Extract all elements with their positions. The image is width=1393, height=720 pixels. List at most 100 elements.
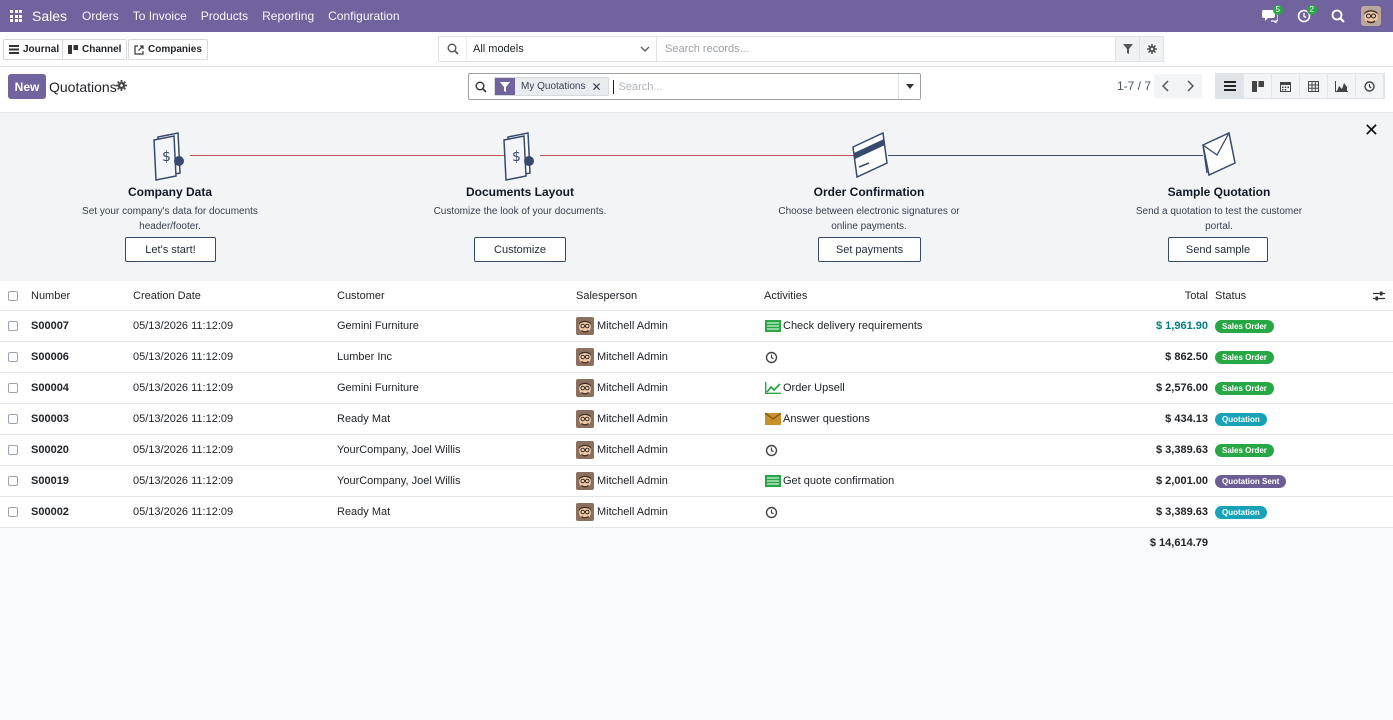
row-checkbox[interactable]: [8, 342, 18, 372]
salesperson[interactable]: Mitchell Admin: [576, 404, 668, 434]
onboarding-step-order-confirmation: Order Confirmation Choose between electr…: [739, 131, 999, 234]
customer-name: Gemini Furniture: [337, 382, 419, 394]
customer-name: Gemini Furniture: [337, 320, 419, 332]
activity[interactable]: Get quote confirmation: [765, 466, 894, 496]
menu-configuration[interactable]: Configuration: [321, 9, 406, 23]
clock-icon[interactable]: [765, 506, 778, 519]
gear-icon[interactable]: [116, 80, 127, 91]
order-total: $ 3,389.63: [1156, 444, 1208, 456]
salesperson[interactable]: Mitchell Admin: [576, 497, 668, 527]
table-row[interactable]: S00007 05/13/2026 11:12:09 Gemini Furnitur…: [0, 311, 1393, 342]
row-checkbox[interactable]: [8, 466, 18, 496]
optional-columns-toggle[interactable]: [1373, 281, 1385, 310]
row-checkbox[interactable]: [8, 435, 18, 465]
clock-icon[interactable]: [765, 444, 778, 457]
todo-icon[interactable]: [765, 320, 781, 332]
set-payments-button[interactable]: Set payments: [818, 237, 921, 262]
records-search-input[interactable]: Search records...: [657, 43, 1115, 55]
order-total: $ 862.50: [1165, 351, 1208, 363]
model-select[interactable]: All models: [467, 37, 657, 61]
step-description: Choose between electronic signatures or o…: [778, 206, 960, 232]
table-header: Number Creation Date Customer Salesperso…: [0, 281, 1393, 311]
column-activities[interactable]: Activities: [764, 281, 807, 310]
activity[interactable]: Order Upsell: [765, 373, 845, 403]
table-row[interactable]: S00006 05/13/2026 11:12:09 Lumber Inc Mitch…: [0, 342, 1393, 373]
activity[interactable]: [765, 435, 780, 465]
graph-view-button[interactable]: [1328, 74, 1356, 98]
activity-view-button[interactable]: [1356, 74, 1384, 98]
journal-button[interactable]: Journal: [3, 39, 66, 60]
salesperson[interactable]: Mitchell Admin: [576, 342, 668, 372]
salesperson-name: Mitchell Admin: [597, 382, 668, 394]
pivot-view-button[interactable]: [1300, 74, 1328, 98]
svg-text:$: $: [512, 149, 521, 165]
search-bar: My Quotations ✕ Search...: [468, 73, 921, 100]
sliders-icon: [1373, 291, 1385, 300]
lets-start-button[interactable]: Let's start!: [125, 237, 216, 262]
calendar-view-button[interactable]: [1272, 74, 1300, 98]
row-checkbox[interactable]: [8, 497, 18, 527]
customer-name: Ready Mat: [337, 413, 391, 425]
customize-button[interactable]: Customize: [474, 237, 566, 262]
envelope-icon[interactable]: [765, 413, 781, 425]
column-total[interactable]: Total: [1185, 281, 1208, 310]
step-title: Documents Layout: [465, 185, 574, 199]
search-button[interactable]: [1321, 0, 1355, 32]
activity[interactable]: [765, 497, 780, 527]
column-status[interactable]: Status: [1215, 281, 1246, 310]
row-checkbox[interactable]: [8, 373, 18, 403]
column-customer[interactable]: Customer: [337, 281, 385, 310]
list-view-button[interactable]: [1216, 74, 1244, 98]
column-salesperson[interactable]: Salesperson: [576, 281, 637, 310]
select-all-checkbox[interactable]: [8, 281, 18, 310]
column-creation-date[interactable]: Creation Date: [133, 281, 201, 310]
kanban-view-button[interactable]: [1244, 74, 1272, 98]
page-title[interactable]: Quotations: [49, 79, 117, 95]
search-input[interactable]: Search...: [612, 79, 898, 94]
salesperson[interactable]: Mitchell Admin: [576, 466, 668, 496]
app-name[interactable]: Sales: [32, 8, 67, 24]
companies-button[interactable]: Companies: [128, 39, 208, 60]
avatar: [576, 410, 594, 428]
row-checkbox[interactable]: [8, 311, 18, 341]
table-row[interactable]: S00003 05/13/2026 11:12:09 Ready Mat Mitche…: [0, 404, 1393, 435]
activities-button[interactable]: 2: [1287, 0, 1321, 32]
user-avatar[interactable]: [1361, 6, 1381, 26]
status-badge: Quotation: [1215, 412, 1267, 426]
facet-remove-icon[interactable]: ✕: [591, 80, 607, 94]
row-checkbox[interactable]: [8, 404, 18, 434]
table-row[interactable]: S00002 05/13/2026 11:12:09 Ready Mat Mitche…: [0, 497, 1393, 528]
activity[interactable]: Check delivery requirements: [765, 311, 922, 341]
settings-button[interactable]: [1139, 37, 1163, 61]
salesperson[interactable]: Mitchell Admin: [576, 435, 668, 465]
filter-button[interactable]: [1115, 37, 1139, 61]
pager-value[interactable]: 1-7 / 7: [1117, 79, 1151, 93]
channel-button[interactable]: Channel: [62, 39, 128, 60]
clock-icon[interactable]: [765, 351, 778, 364]
new-button[interactable]: New: [8, 74, 46, 99]
search-options-toggle[interactable]: [898, 74, 920, 99]
pager-previous-button[interactable]: [1154, 74, 1178, 98]
column-number[interactable]: Number: [31, 281, 70, 310]
credit-card-icon: [739, 131, 999, 181]
activity[interactable]: Answer questions: [765, 404, 870, 434]
send-sample-button[interactable]: Send sample: [1168, 237, 1268, 262]
menu-products[interactable]: Products: [194, 9, 255, 23]
todo-icon[interactable]: [765, 475, 781, 487]
apps-menu-icon[interactable]: [0, 0, 32, 32]
table-row[interactable]: S00019 05/13/2026 11:12:09 YourCompany, Jo…: [0, 466, 1393, 497]
salesperson[interactable]: Mitchell Admin: [576, 311, 668, 341]
close-icon[interactable]: ✕: [1364, 120, 1379, 141]
pager-next-button[interactable]: [1178, 74, 1202, 98]
order-total: $ 3,389.63: [1156, 506, 1208, 518]
table-row[interactable]: S00004 05/13/2026 11:12:09 Gemini Furnitur…: [0, 373, 1393, 404]
table-row[interactable]: S00020 05/13/2026 11:12:09 YourCompany, Jo…: [0, 435, 1393, 466]
salesperson[interactable]: Mitchell Admin: [576, 373, 668, 403]
menu-orders[interactable]: Orders: [75, 9, 126, 23]
menu-reporting[interactable]: Reporting: [255, 9, 321, 23]
activity[interactable]: [765, 342, 780, 372]
menu-to-invoice[interactable]: To Invoice: [126, 9, 194, 23]
chart-icon[interactable]: [765, 382, 781, 394]
messages-button[interactable]: 5: [1253, 0, 1287, 32]
search-facet: My Quotations ✕: [494, 77, 609, 96]
